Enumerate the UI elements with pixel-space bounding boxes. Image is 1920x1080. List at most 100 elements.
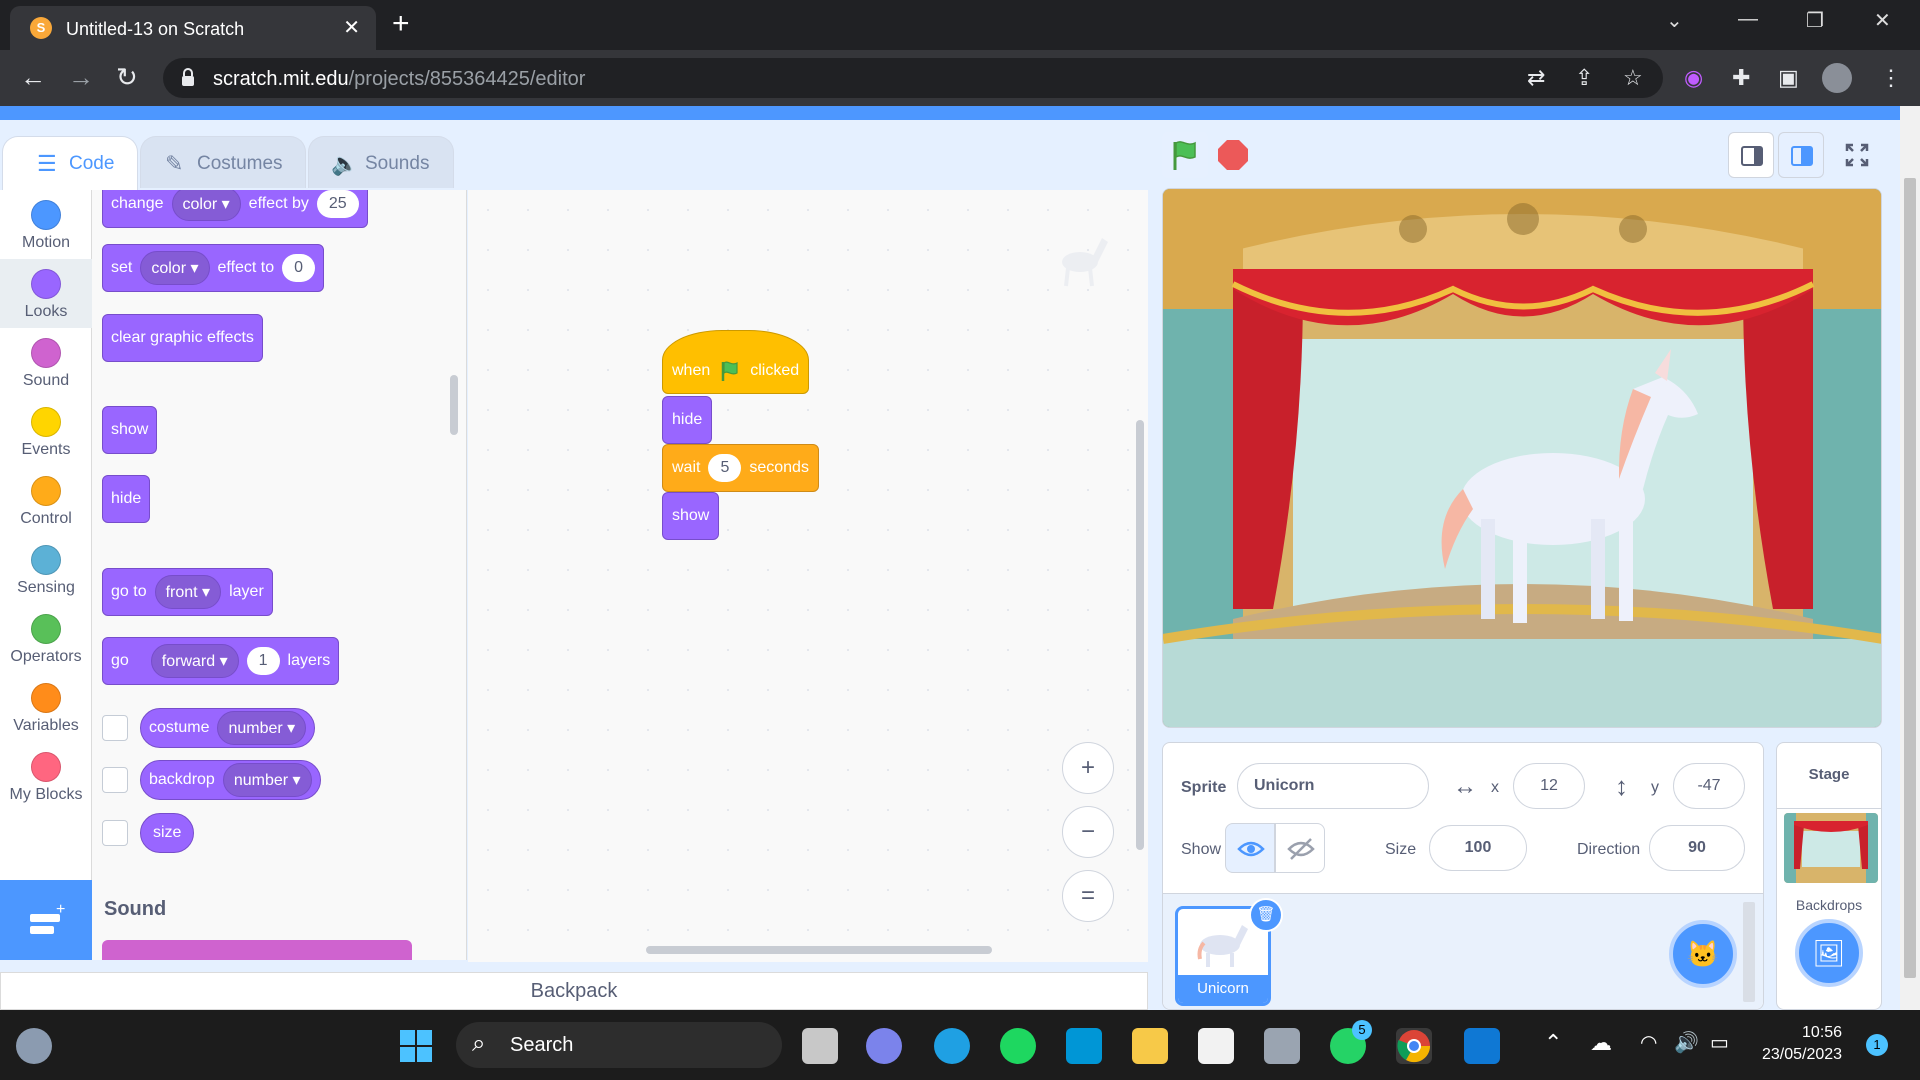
battery-icon[interactable]: ▭: [1710, 1030, 1729, 1055]
microsoft-store-icon[interactable]: [1198, 1028, 1234, 1064]
y-position-input[interactable]: -47: [1673, 763, 1745, 809]
tab-search-icon[interactable]: ⌄: [1666, 8, 1683, 33]
wifi-icon[interactable]: ◠: [1640, 1030, 1657, 1055]
address-bar[interactable]: scratch.mit.edu/projects/855364425/edito…: [163, 58, 1663, 98]
size-monitor-checkbox[interactable]: [102, 820, 128, 846]
green-flag-button[interactable]: [1162, 132, 1208, 178]
restore-icon[interactable]: ❐: [1806, 8, 1824, 33]
when-flag-clicked-block[interactable]: when clicked: [662, 330, 810, 394]
sound-block-partial[interactable]: [102, 940, 412, 960]
costume-reporter[interactable]: costume number: [140, 708, 316, 748]
layers-count-input[interactable]: 1: [246, 647, 280, 675]
category-looks[interactable]: Looks: [0, 259, 92, 328]
size-input[interactable]: 100: [1429, 825, 1527, 871]
backpack[interactable]: Backpack: [0, 972, 1148, 1010]
file-explorer-icon[interactable]: [1132, 1028, 1168, 1064]
palette-scrollbar[interactable]: [450, 375, 458, 435]
effect-dropdown[interactable]: color: [171, 190, 241, 221]
fullscreen-button[interactable]: [1834, 132, 1880, 178]
category-my-blocks[interactable]: My Blocks: [0, 742, 92, 811]
go-layers-block[interactable]: go forward 1 layers: [102, 637, 340, 685]
sprite-list-scrollbar[interactable]: [1743, 902, 1755, 1002]
effect-amount-input[interactable]: 25: [316, 190, 359, 218]
backdrop-monitor-checkbox[interactable]: [102, 767, 128, 793]
tab-costumes[interactable]: ✎ Costumes: [140, 136, 306, 188]
edge-icon[interactable]: [934, 1028, 970, 1064]
profile-avatar[interactable]: [1822, 63, 1852, 93]
set-effect-block[interactable]: set color effect to 0: [102, 244, 325, 292]
workspace-horizontal-scrollbar[interactable]: [646, 946, 992, 954]
stage-selector-panel[interactable]: Stage Backdrops 🖼: [1776, 742, 1882, 1010]
show-block[interactable]: show: [662, 492, 720, 540]
whatsapp-icon[interactable]: 5: [1330, 1020, 1372, 1064]
stop-button[interactable]: [1218, 140, 1248, 170]
delete-sprite-button[interactable]: 🗑: [1249, 898, 1283, 932]
weather-widget-icon[interactable]: [16, 1028, 52, 1064]
onedrive-icon[interactable]: ☁: [1590, 1030, 1612, 1056]
show-block[interactable]: show: [102, 406, 158, 454]
clear-graphic-effects-block[interactable]: clear graphic effects: [102, 314, 263, 362]
minimize-icon[interactable]: —: [1738, 8, 1758, 31]
wait-duration-input[interactable]: 5: [708, 454, 742, 482]
hide-block[interactable]: hide: [662, 396, 713, 444]
hide-sprite-button[interactable]: [1275, 823, 1325, 873]
hide-block[interactable]: hide: [102, 475, 151, 523]
browser-menu-icon[interactable]: ⋮: [1880, 65, 1902, 91]
direction-dropdown[interactable]: forward: [150, 644, 239, 678]
stage-canvas[interactable]: [1162, 188, 1882, 728]
camera-icon[interactable]: [1264, 1028, 1300, 1064]
browser-tab[interactable]: S Untitled-13 on Scratch ✕: [10, 6, 376, 50]
tab-close-icon[interactable]: ✕: [343, 15, 360, 40]
category-variables[interactable]: Variables: [0, 673, 92, 742]
extensions-puzzle-icon[interactable]: ✚: [1732, 65, 1750, 91]
start-button[interactable]: [398, 1028, 434, 1064]
category-sensing[interactable]: Sensing: [0, 535, 92, 604]
go-to-layer-block[interactable]: go to front layer: [102, 568, 273, 616]
zoom-out-button[interactable]: −: [1062, 806, 1114, 858]
myhp-icon[interactable]: [1066, 1028, 1102, 1064]
change-effect-block[interactable]: change color effect by 25: [102, 190, 368, 228]
category-sound[interactable]: Sound: [0, 328, 92, 397]
small-stage-button[interactable]: [1728, 132, 1774, 178]
layer-dropdown[interactable]: front: [154, 575, 222, 609]
show-sprite-button[interactable]: [1225, 823, 1275, 873]
workspace-vertical-scrollbar[interactable]: [1136, 420, 1144, 850]
x-position-input[interactable]: 12: [1513, 763, 1585, 809]
effect-value-input[interactable]: 0: [282, 254, 316, 282]
spotify-icon[interactable]: [1000, 1028, 1036, 1064]
teams-chat-icon[interactable]: [866, 1028, 902, 1064]
category-control[interactable]: Control: [0, 466, 92, 535]
zoom-reset-button[interactable]: =: [1062, 870, 1114, 922]
tab-sounds[interactable]: 🔈 Sounds: [308, 136, 454, 188]
share-icon[interactable]: ⇪: [1575, 65, 1593, 91]
backdrop-reporter[interactable]: backdrop number: [140, 760, 321, 800]
zoom-in-button[interactable]: +: [1062, 742, 1114, 794]
chrome-icon[interactable]: [1396, 1028, 1432, 1064]
photos-icon[interactable]: [1464, 1028, 1500, 1064]
costume-monitor-checkbox[interactable]: [102, 715, 128, 741]
page-scrollbar[interactable]: [1900, 106, 1920, 1010]
side-panel-icon[interactable]: ▣: [1778, 65, 1799, 91]
category-events[interactable]: Events: [0, 397, 92, 466]
translate-icon[interactable]: ⇄: [1527, 65, 1545, 91]
reload-icon[interactable]: ↻: [116, 62, 138, 92]
code-workspace[interactable]: when clicked hide wait 5 seconds show + …: [468, 190, 1148, 962]
choose-backdrop-button[interactable]: 🖼: [1795, 919, 1863, 987]
normal-stage-button[interactable]: [1778, 132, 1824, 178]
forward-icon[interactable]: →: [68, 62, 94, 92]
direction-input[interactable]: 90: [1649, 825, 1745, 871]
back-icon[interactable]: ←: [20, 62, 46, 92]
sprite-name-input[interactable]: Unicorn: [1237, 763, 1429, 809]
task-view-icon[interactable]: [802, 1028, 838, 1064]
page-scrollbar-thumb[interactable]: [1904, 178, 1916, 978]
size-reporter[interactable]: size: [140, 813, 195, 853]
window-close-icon[interactable]: ✕: [1874, 8, 1891, 33]
wait-seconds-block[interactable]: wait 5 seconds: [662, 444, 819, 492]
volume-icon[interactable]: 🔊: [1674, 1030, 1699, 1055]
add-extension-button[interactable]: +: [0, 880, 92, 960]
costume-dropdown[interactable]: number: [217, 711, 307, 745]
category-operators[interactable]: Operators: [0, 604, 92, 673]
category-motion[interactable]: Motion: [0, 190, 92, 259]
choose-sprite-button[interactable]: 🐱: [1669, 920, 1737, 988]
effect-dropdown[interactable]: color: [140, 251, 210, 285]
